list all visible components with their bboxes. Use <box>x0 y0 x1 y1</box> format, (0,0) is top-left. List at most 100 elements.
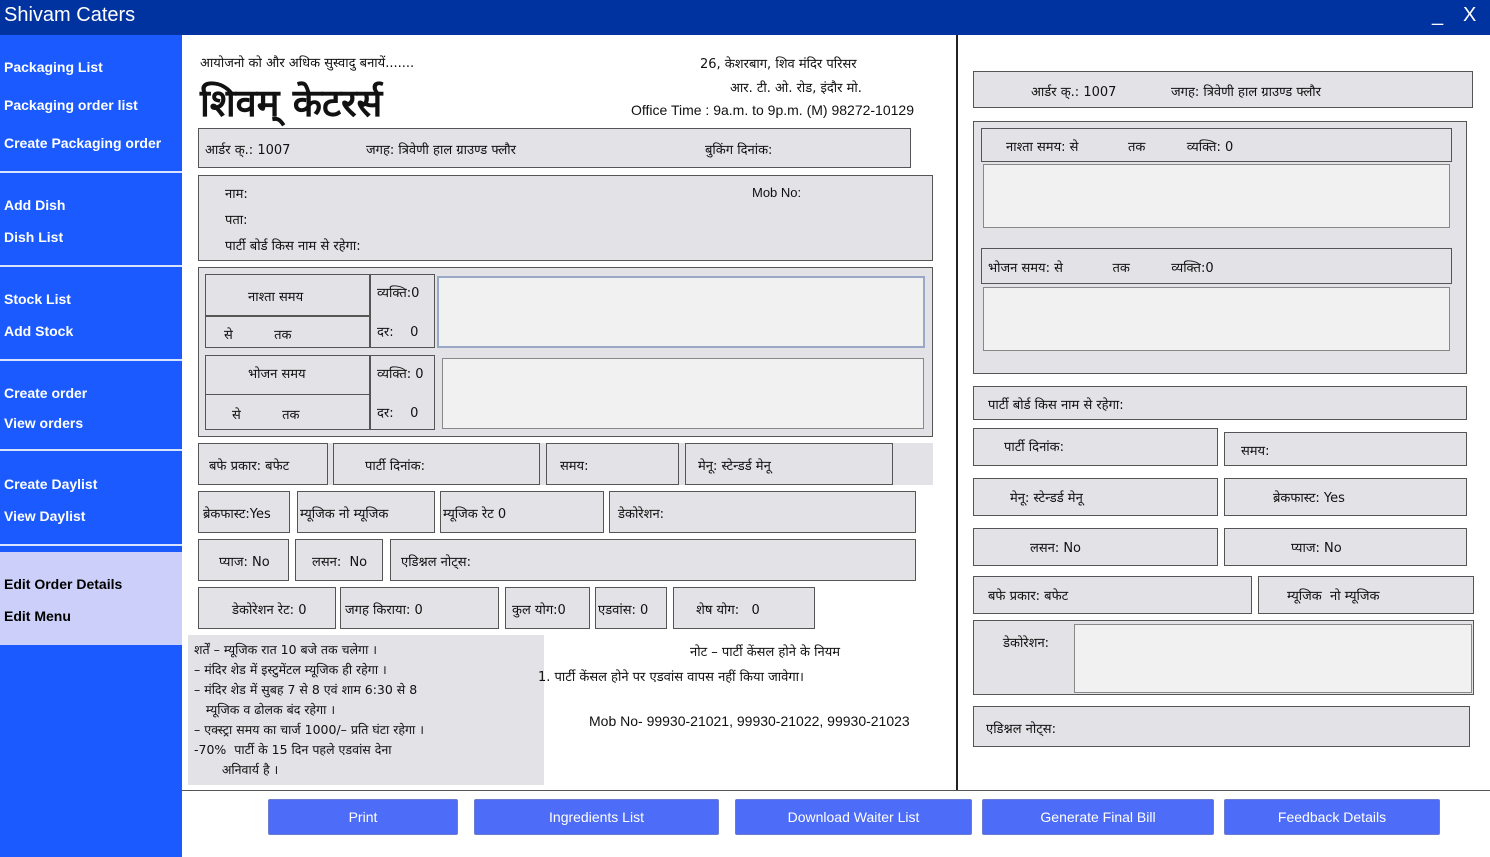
sidebar-item-edit-order-details[interactable]: Edit Order Details <box>4 576 122 592</box>
ingredients-list-button[interactable]: Ingredients List <box>474 799 719 835</box>
terms-line: शर्तें – म्यूजिक रात 10 बजे तक चलेगा । <box>194 642 378 657</box>
right-event-time-label: समय: <box>1241 444 1270 459</box>
right-onion-label: प्याज: No <box>1291 541 1342 556</box>
terms-line: – एक्स्ट्रा समय का चार्ज 1000/– प्रति घं… <box>194 722 424 737</box>
music-rate: म्यूजिक रेट 0 <box>440 491 604 533</box>
garlic-option: लसन: No <box>295 539 383 581</box>
right-buffet-type: बफे प्रकार: बफेट <box>973 576 1252 614</box>
total-amount: कुल योग:0 <box>505 587 590 629</box>
additional-notes: एडिश्नल नोट्स: <box>390 539 916 581</box>
right-music-label: म्यूजिक नो म्यूजिक <box>1287 589 1380 604</box>
right-menu-type: मेनू: स्टेन्डर्ड मेनू <box>973 478 1218 516</box>
additional-notes-label: एडिश्नल नोट्स: <box>401 555 471 570</box>
booking-date: बुकिंग दिनांक: <box>705 143 773 158</box>
customer-name-label: नाम: <box>225 187 248 202</box>
title-bar: Shivam Caters _ X <box>0 0 1490 35</box>
breakfast-from-to-label: से तक <box>224 328 292 343</box>
menu-type-label: मेनू: स्टेन्डर्ड मेनू <box>698 459 771 474</box>
sidebar-item-view-daylist[interactable]: View Daylist <box>4 508 85 524</box>
advance-amount: एडवांस: 0 <box>595 587 667 629</box>
advance-amount-label: एडवांस: 0 <box>598 603 649 618</box>
lunch-from-to[interactable]: से तक <box>205 394 370 430</box>
buffet-type: बफे प्रकार: बफेट <box>198 443 328 485</box>
right-event-time: समय: <box>1224 432 1467 466</box>
office-time: Office Time : 9a.m. to 9p.m. (M) 98272-1… <box>631 102 914 118</box>
mobile-label: Mob No: <box>752 185 802 200</box>
minimize-button[interactable]: _ <box>1432 4 1443 27</box>
terms-line: – मंदिर शेड में सुबह 7 से 8 एवं शाम 6:30… <box>194 682 418 697</box>
right-party-date: पार्टी दिनांक: <box>973 428 1218 466</box>
right-garlic-label: लसन: No <box>1030 541 1082 556</box>
right-order-number: आर्डर क्.: 1007 <box>1031 85 1117 100</box>
sidebar-item-edit-menu[interactable]: Edit Menu <box>4 608 71 624</box>
balance-amount-label: शेष योग: 0 <box>696 603 760 618</box>
breakfast-persons: व्यक्ति:0 <box>377 286 420 301</box>
window-title: Shivam Caters <box>4 4 136 26</box>
decoration-label: डेकोरेशन: <box>618 507 665 522</box>
sidebar-item-create-daylist[interactable]: Create Daylist <box>4 476 97 492</box>
sidebar-item-add-stock[interactable]: Add Stock <box>4 323 73 339</box>
right-breakfast-line: नाश्ता समय: से तक व्यक्ति: 0 <box>981 128 1452 162</box>
right-buffet-type-label: बफे प्रकार: बफेट <box>988 589 1069 604</box>
breakfast-time-label: नाश्ता समय <box>248 290 304 305</box>
right-garlic: लसन: No <box>973 528 1218 566</box>
breakfast-flag: ब्रेकफास्ट:Yes <box>198 491 290 533</box>
right-order-info: आर्डर क्.: 1007 जगह: त्रिवेणी हाल ग्राउण… <box>973 71 1473 108</box>
sidebar-item-packaging-order-list[interactable]: Packaging order list <box>4 97 138 113</box>
feedback-details-button[interactable]: Feedback Details <box>1224 799 1440 835</box>
right-party-board: पार्टी बोर्ड किस नाम से रहेगा: <box>973 386 1467 420</box>
right-breakfast-menu-textarea[interactable] <box>983 164 1450 228</box>
sidebar-divider <box>0 359 182 361</box>
right-meals-block: नाश्ता समय: से तक व्यक्ति: 0 भोजन समय: स… <box>973 121 1467 374</box>
sidebar-item-dish-list[interactable]: Dish List <box>4 229 63 245</box>
right-lunch-menu-textarea[interactable] <box>983 287 1450 351</box>
close-button[interactable]: X <box>1463 4 1476 27</box>
sidebar: Packaging List Packaging order list Crea… <box>0 35 182 857</box>
total-amount-label: कुल योग:0 <box>512 603 566 618</box>
footer-divider <box>182 790 1490 791</box>
address-line-2: आर. टी. ओ. रोड, इंदौर मो. <box>730 81 862 96</box>
breakfast-rate: दर: 0 <box>377 325 419 340</box>
generate-final-bill-button[interactable]: Generate Final Bill <box>982 799 1214 835</box>
cancel-rule-1: 1. पार्टी केंसल होने पर एडवांस वापस नहीं… <box>538 670 804 685</box>
onion-option-label: प्याज: No <box>219 555 270 570</box>
sidebar-item-stock-list[interactable]: Stock List <box>4 291 71 307</box>
terms-line: – मंदिर शेड में इस्टुमेंटल म्यूजिक ही रह… <box>194 662 387 677</box>
sidebar-item-create-packaging-order[interactable]: Create Packaging order <box>4 135 161 151</box>
right-party-date-label: पार्टी दिनांक: <box>1004 440 1065 455</box>
sidebar-item-view-orders[interactable]: View orders <box>4 415 83 431</box>
lunch-menu-textarea[interactable] <box>442 358 924 429</box>
right-additional-notes-label: एडिश्नल नोट्स: <box>986 722 1056 737</box>
breakfast-flag-label: ब्रेकफास्ट:Yes <box>203 507 271 522</box>
decoration-rate-label: डेकोरेशन रेट: 0 <box>232 603 307 618</box>
order-info-bar: आर्डर क्.: 1007 जगह: त्रिवेणी हाल ग्राउण… <box>198 128 911 168</box>
right-decoration-label: डेकोरेशन: <box>1003 636 1050 651</box>
decoration: डेकोरेशन: <box>609 491 916 533</box>
event-time: समय: <box>546 443 679 485</box>
lunch-rate: दर: 0 <box>377 406 419 421</box>
right-breakfast-line-label: नाश्ता समय: से तक व्यक्ति: 0 <box>1006 140 1234 155</box>
onion-option: प्याज: No <box>198 539 289 581</box>
breakfast-time-box: नाश्ता समय <box>205 274 370 316</box>
balance-amount: शेष योग: 0 <box>673 587 815 629</box>
sidebar-item-add-dish[interactable]: Add Dish <box>4 197 65 213</box>
decoration-rate: डेकोरेशन रेट: 0 <box>198 587 336 629</box>
right-decoration-textarea[interactable] <box>1074 624 1472 693</box>
print-button[interactable]: Print <box>268 799 458 835</box>
breakfast-from-to[interactable]: से तक <box>205 316 370 348</box>
sidebar-item-create-order[interactable]: Create order <box>4 385 87 401</box>
breakfast-menu-textarea[interactable] <box>437 276 925 348</box>
download-waiter-list-button[interactable]: Download Waiter List <box>735 799 972 835</box>
app-window: Shivam Caters _ X Packaging List Packagi… <box>0 0 1490 857</box>
lunch-from-to-label: से तक <box>232 408 300 423</box>
right-onion: प्याज: No <box>1224 528 1467 566</box>
lunch-persons-rate: व्यक्ति: 0 दर: 0 <box>370 355 435 430</box>
address-label: पता: <box>225 213 248 228</box>
cancel-rules-title: नोट – पार्टी केंसल होने के नियम <box>690 645 841 660</box>
breakfast-persons-rate: व्यक्ति:0 दर: 0 <box>370 274 435 348</box>
sidebar-item-packaging-list[interactable]: Packaging List <box>4 59 103 75</box>
music-option: म्यूजिक नो म्यूजिक <box>297 491 435 533</box>
meals-block: नाश्ता समय से तक व्यक्ति:0 दर: 0 भोजन सम… <box>198 267 933 437</box>
sidebar-divider <box>0 265 182 267</box>
sidebar-divider <box>0 449 182 451</box>
